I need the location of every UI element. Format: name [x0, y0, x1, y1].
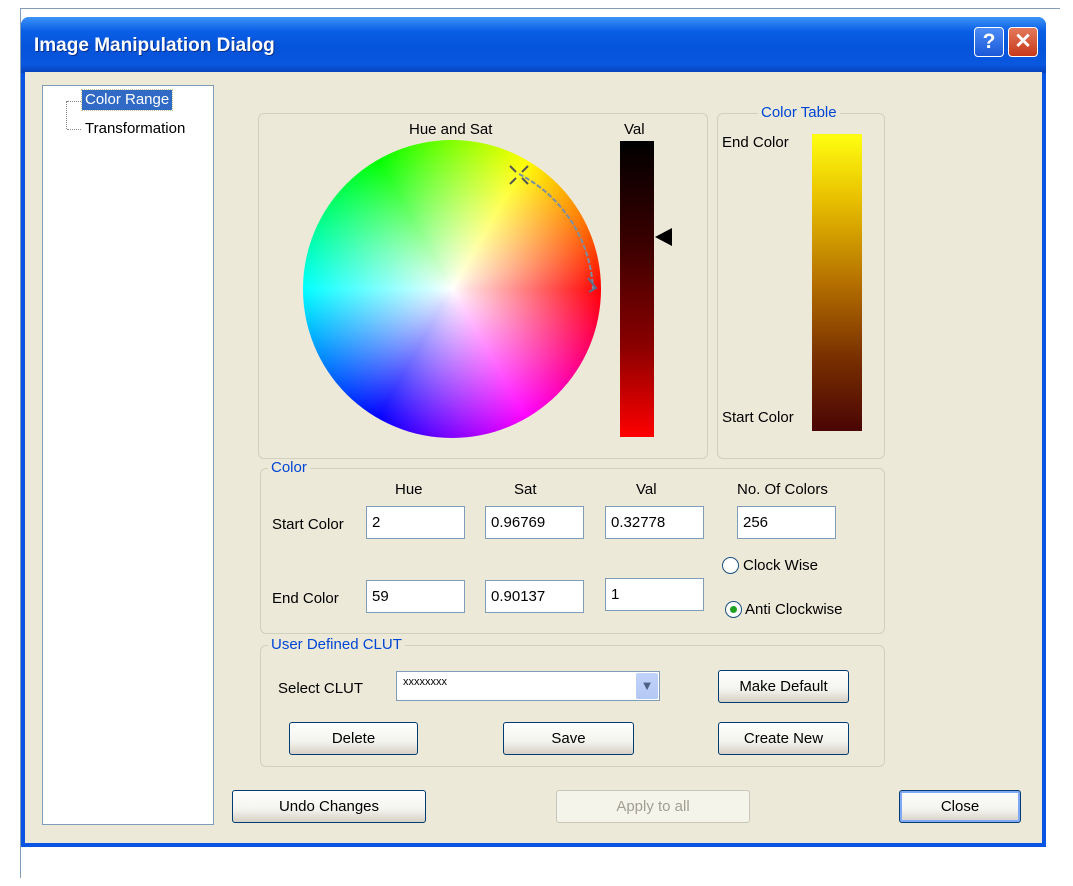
clockwise-radio[interactable] — [722, 557, 739, 574]
clut-select[interactable]: xxxxxxxx ▼ — [396, 671, 660, 701]
num-colors-field[interactable]: 256 — [737, 506, 836, 539]
start-val-field[interactable]: 0.32778 — [605, 506, 704, 539]
start-hue-field[interactable]: 2 — [366, 506, 465, 539]
clockwise-label[interactable]: Clock Wise — [743, 557, 818, 574]
end-val-field[interactable]: 1 — [605, 578, 704, 611]
delete-button[interactable]: Delete — [289, 722, 418, 755]
close-icon: ✕ — [1014, 30, 1032, 53]
make-default-button[interactable]: Make Default — [718, 670, 849, 703]
color-table-title: Color Table — [758, 104, 840, 121]
tree-item-transformation[interactable]: Transformation — [85, 119, 185, 139]
val-label: Val — [624, 121, 645, 138]
value-slider-arrow[interactable] — [655, 228, 672, 246]
category-tree[interactable] — [42, 85, 214, 825]
value-slider-bar[interactable] — [620, 141, 654, 437]
undo-changes-button[interactable]: Undo Changes — [232, 790, 426, 823]
start-sat-field[interactable]: 0.96769 — [485, 506, 584, 539]
tree-item-color-range[interactable]: Color Range — [80, 89, 174, 111]
close-button[interactable]: Close — [899, 790, 1021, 823]
color-table-end-label: End Color — [722, 134, 789, 151]
dialog-title: Image Manipulation Dialog — [34, 35, 275, 56]
save-button[interactable]: Save — [503, 722, 634, 755]
val-header: Val — [636, 481, 657, 498]
page-border-top — [20, 8, 1060, 9]
tree-connector — [66, 101, 67, 129]
clut-group-title: User Defined CLUT — [268, 636, 405, 653]
apply-to-all-button[interactable]: Apply to all — [556, 790, 750, 823]
end-sat-field[interactable]: 0.90137 — [485, 580, 584, 613]
clut-select-value: xxxxxxxx — [403, 676, 447, 688]
range-arc-path — [518, 173, 594, 291]
close-window-button[interactable]: ✕ — [1008, 27, 1038, 57]
hue-range-arc[interactable] — [303, 140, 603, 440]
tree-connector — [67, 101, 81, 102]
color-group-title: Color — [268, 459, 310, 476]
start-color-label: Start Color — [272, 516, 344, 533]
help-button[interactable]: ? — [974, 27, 1004, 57]
hue-header: Hue — [395, 481, 423, 498]
tree-connector — [67, 129, 81, 130]
color-table-start-label: Start Color — [722, 409, 794, 426]
anticlockwise-radio[interactable] — [725, 601, 742, 618]
select-clut-label: Select CLUT — [278, 680, 364, 697]
color-table-gradient — [812, 134, 862, 431]
end-hue-field[interactable]: 59 — [366, 580, 465, 613]
help-icon: ? — [982, 30, 996, 53]
end-color-label: End Color — [272, 590, 339, 607]
radio-selected-dot — [730, 606, 737, 613]
sat-header: Sat — [514, 481, 537, 498]
hue-sat-label: Hue and Sat — [409, 121, 493, 138]
anticlockwise-label[interactable]: Anti Clockwise — [745, 601, 843, 618]
chevron-down-icon[interactable]: ▼ — [636, 673, 658, 699]
create-new-button[interactable]: Create New — [718, 722, 849, 755]
num-colors-header: No. Of Colors — [737, 481, 828, 498]
